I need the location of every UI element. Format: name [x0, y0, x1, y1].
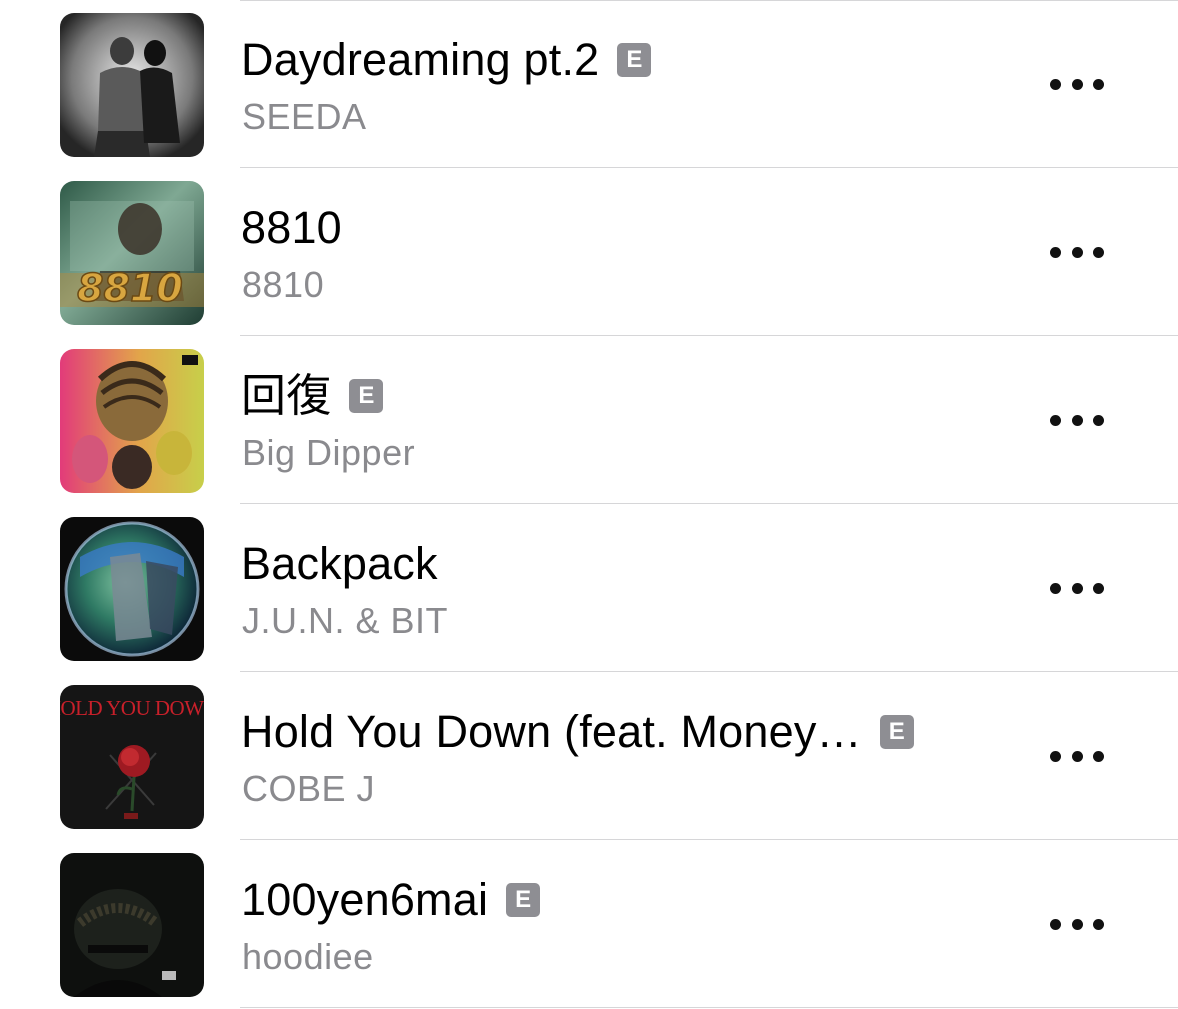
title-line: 100yen6mai E [241, 870, 541, 930]
more-options-button[interactable] [1050, 577, 1104, 599]
big-dipper-artwork-image [60, 349, 204, 493]
song-title: 100yen6mai [241, 874, 489, 925]
ellipsis-icon [1093, 582, 1104, 594]
more-options-button[interactable] [1050, 913, 1104, 935]
song-title: Backpack [241, 538, 438, 589]
8810-artwork-image: 8810 [60, 181, 204, 325]
seeda-artwork-image [60, 13, 204, 157]
album-artwork[interactable] [60, 853, 204, 997]
ellipsis-icon [1071, 78, 1083, 90]
song-artist: SEEDA [242, 96, 367, 137]
song-artist: Big Dipper [242, 432, 416, 473]
song-title: 回復 [241, 370, 332, 421]
song-title: Daydreaming pt.2 [241, 34, 600, 85]
album-artwork[interactable]: 8810 [60, 181, 204, 325]
ellipsis-icon [1071, 414, 1083, 426]
title-line: Hold You Down (feat. Money… E [241, 702, 914, 762]
hold-you-down-artwork-image: HOLD YOU DOWN [60, 685, 204, 829]
song-row[interactable]: Backpack J.U.N. & BIT [0, 504, 1178, 672]
more-options-button[interactable] [1050, 241, 1104, 263]
song-artist: hoodiee [242, 936, 374, 977]
song-row[interactable]: 100yen6mai E hoodiee [0, 840, 1178, 1008]
explicit-badge: E [506, 883, 541, 917]
ellipsis-icon [1050, 582, 1061, 594]
album-artwork[interactable] [60, 517, 204, 661]
more-options-button[interactable] [1050, 73, 1104, 95]
8810-logo-text: 8810 [77, 266, 183, 310]
hoodiee-artwork-image [60, 853, 204, 997]
album-artwork[interactable] [60, 13, 204, 157]
hold-you-down-logo-text: HOLD YOU DOWN [60, 696, 204, 720]
album-artwork[interactable]: HOLD YOU DOWN [60, 685, 204, 829]
more-options-button[interactable] [1050, 409, 1104, 431]
ellipsis-icon [1071, 750, 1083, 762]
ellipsis-icon [1071, 246, 1083, 258]
title-line: 回復 E [241, 366, 384, 426]
title-line: Backpack [241, 534, 438, 594]
explicit-badge: E [617, 43, 652, 77]
ellipsis-icon [1093, 750, 1104, 762]
backpack-artwork-image [60, 517, 204, 661]
title-line: 8810 [241, 198, 342, 258]
ellipsis-icon [1093, 246, 1104, 258]
ellipsis-icon [1093, 918, 1104, 930]
ellipsis-icon [1050, 750, 1061, 762]
song-row[interactable]: 回復 E Big Dipper [0, 336, 1178, 504]
ellipsis-icon [1071, 582, 1083, 594]
song-artist: COBE J [242, 768, 376, 809]
ellipsis-icon [1093, 78, 1104, 90]
album-artwork[interactable] [60, 349, 204, 493]
song-artist: 8810 [242, 264, 325, 305]
song-row[interactable]: Daydreaming pt.2 E SEEDA [0, 0, 1178, 168]
ellipsis-icon [1050, 414, 1061, 426]
song-row[interactable]: 8810 8810 8810 [0, 168, 1178, 336]
song-list: Daydreaming pt.2 E SEEDA 8810 8810 8810 … [0, 0, 1178, 1009]
title-line: Daydreaming pt.2 E [241, 30, 652, 90]
song-artist: J.U.N. & BIT [242, 600, 449, 641]
ellipsis-icon [1093, 414, 1104, 426]
song-row[interactable]: HOLD YOU DOWN Hold You Down (feat. Money… [0, 672, 1178, 840]
song-title: Hold You Down (feat. Money… [241, 706, 862, 757]
ellipsis-icon [1050, 246, 1061, 258]
more-options-button[interactable] [1050, 745, 1104, 767]
ellipsis-icon [1071, 918, 1083, 930]
ellipsis-icon [1050, 78, 1061, 90]
explicit-badge: E [879, 715, 914, 749]
ellipsis-icon [1050, 918, 1061, 930]
explicit-badge: E [349, 379, 384, 413]
divider [240, 1007, 1178, 1008]
song-title: 8810 [241, 202, 342, 253]
